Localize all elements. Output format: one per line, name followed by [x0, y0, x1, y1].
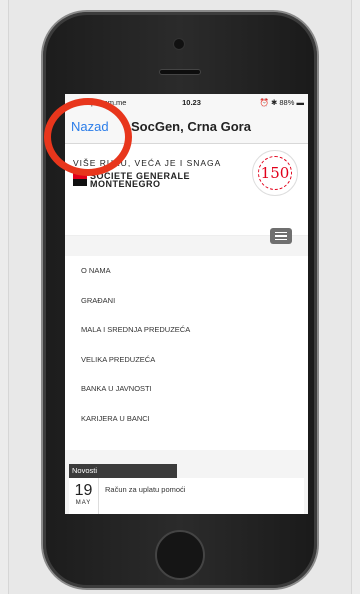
- badge-number: 150: [258, 156, 292, 190]
- menu-item-gradjani[interactable]: GRAĐANI: [65, 286, 308, 316]
- menu-item-o-nama[interactable]: O NAMA: [65, 256, 308, 286]
- anniversary-badge: 150: [252, 150, 298, 196]
- hamburger-menu-icon[interactable]: [270, 228, 292, 244]
- slogan: VIŠE RUKU, VEĆA JE I SNAGA: [73, 158, 222, 168]
- front-camera: [173, 38, 185, 50]
- battery-icon: ▬: [296, 97, 305, 107]
- menu-item-mala-srednja-preduzeca[interactable]: MALA I SREDNJA PREDUZEĆA: [65, 315, 308, 345]
- earpiece-speaker: [159, 69, 201, 75]
- news-tab[interactable]: Novosti: [69, 464, 177, 478]
- brand-name-line2: MONTENEGRO: [90, 179, 161, 189]
- back-button[interactable]: Nazad: [71, 119, 131, 134]
- news-date: 19 MAY: [69, 478, 99, 514]
- menu-item-velika-preduzeca[interactable]: VELIKA PREDUZEĆA: [65, 345, 308, 375]
- brand-logo[interactable]: SOCIETE GENERALE MONTENEGRO: [73, 172, 190, 189]
- site-header: VIŠE RUKU, VEĆA JE I SNAGA SOCIETE GENER…: [65, 144, 308, 236]
- home-button[interactable]: [155, 530, 205, 580]
- alarm-icon: ⏰: [259, 97, 269, 107]
- status-bar: •••oo spotmm.me 10.23 ⏰ ✱ 88% ▬: [65, 94, 308, 110]
- news-month: MAY: [75, 500, 92, 506]
- logo-icon: [73, 172, 87, 186]
- page-title: SocGen, Crna Gora: [131, 119, 251, 134]
- news-item[interactable]: 19 MAY Račun za uplatu pomoći: [69, 478, 304, 514]
- menu-item-karijera-u-banci[interactable]: KARIJERA U BANCI: [65, 404, 308, 434]
- main-menu: O NAMA GRAĐANI MALA I SREDNJA PREDUZEĆA …: [65, 256, 308, 450]
- news-day: 19: [74, 482, 93, 499]
- carrier-label: •••oo spotmm.me: [69, 97, 127, 107]
- battery-percent: 88%: [279, 97, 295, 107]
- news-headline: Račun za uplatu pomoći: [105, 485, 186, 494]
- bluetooth-icon: ✱: [271, 97, 278, 107]
- menu-item-banka-u-javnosti[interactable]: BANKA U JAVNOSTI: [65, 374, 308, 404]
- phone-screen: •••oo spotmm.me 10.23 ⏰ ✱ 88% ▬ Nazad So…: [65, 94, 308, 514]
- clock: 10.23: [182, 97, 201, 107]
- battery-indicator: ⏰ ✱ 88% ▬: [234, 98, 304, 107]
- nav-bar: Nazad SocGen, Crna Gora: [65, 110, 308, 144]
